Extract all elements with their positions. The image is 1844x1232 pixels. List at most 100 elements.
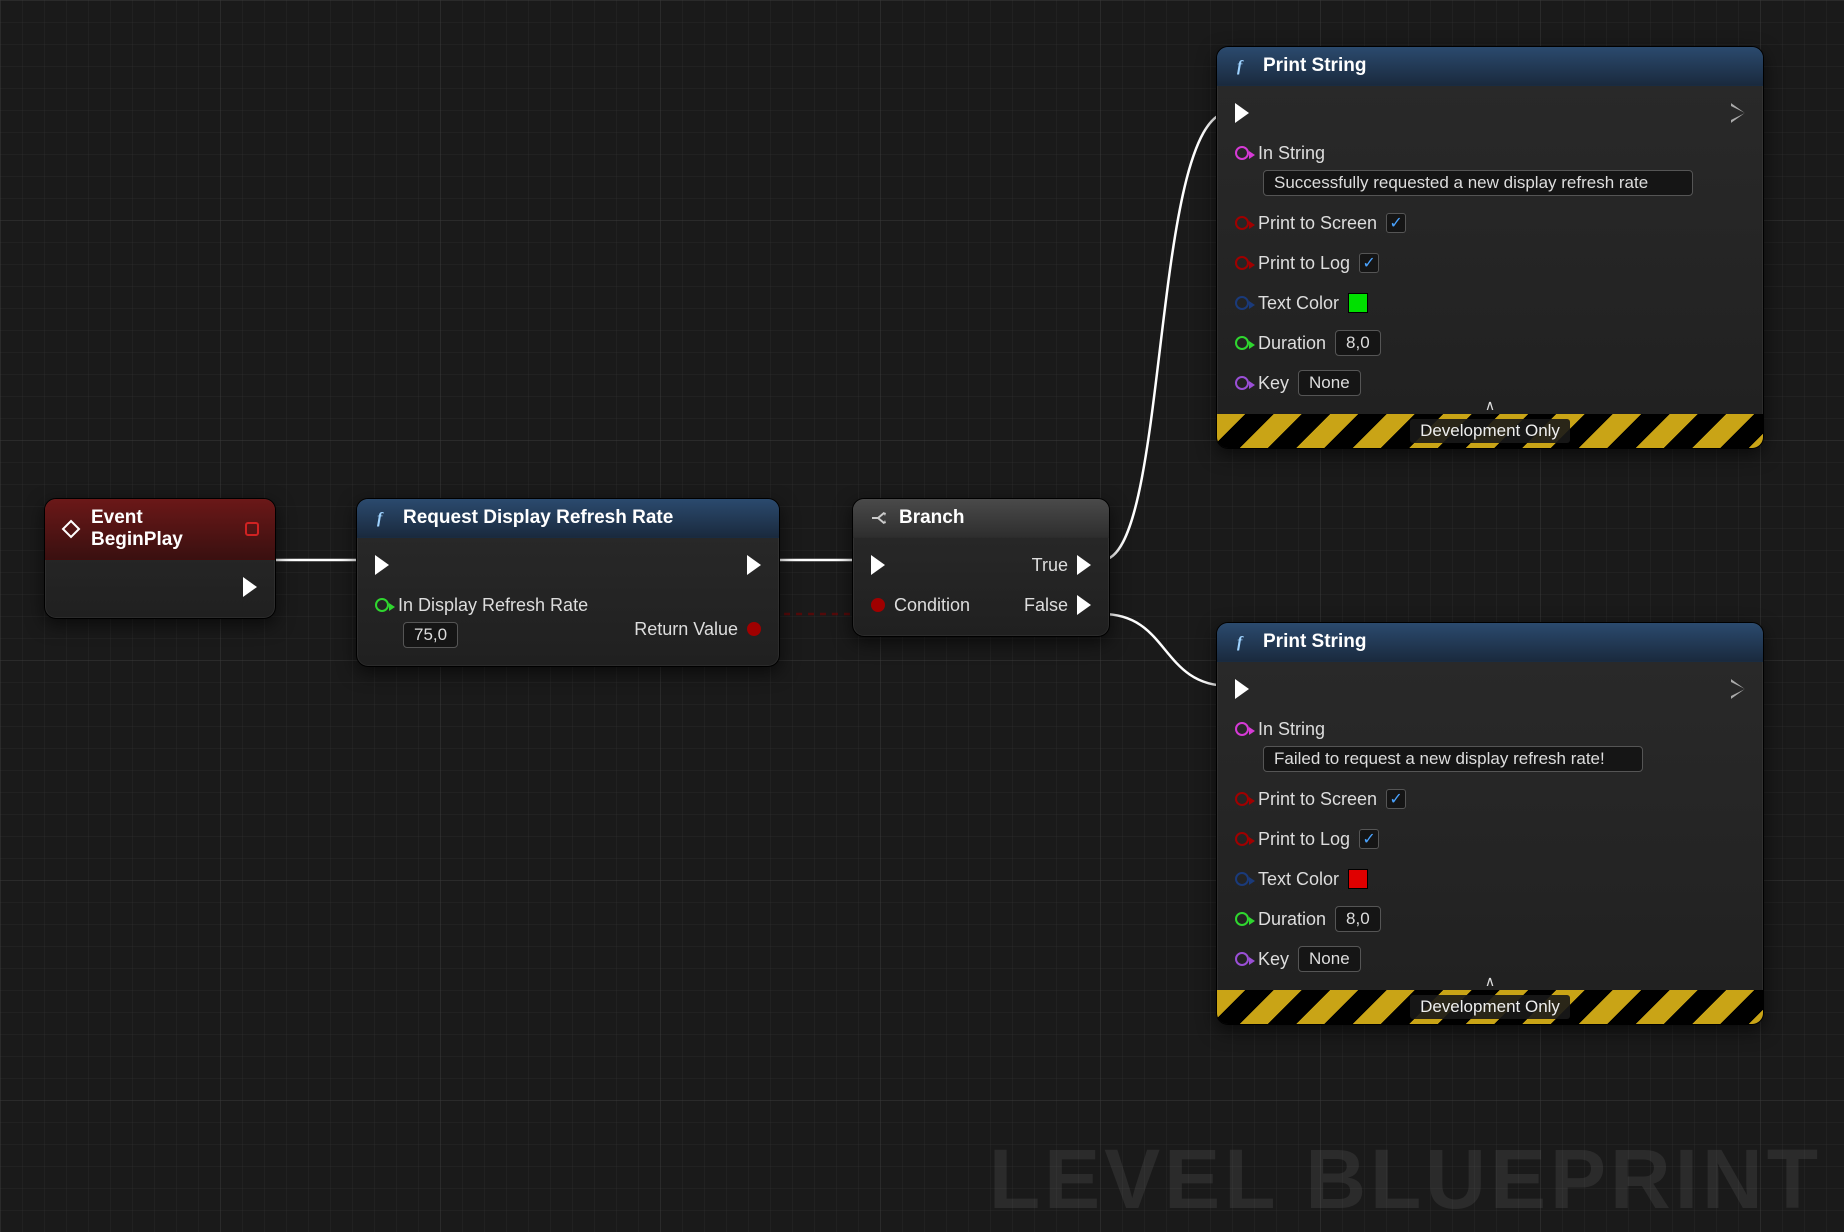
svg-text:f: f [377, 510, 384, 527]
print-to-log-checkbox[interactable]: ✓ [1359, 829, 1379, 849]
false-exec-pin[interactable]: False [1024, 592, 1091, 618]
pin-label: Duration [1258, 909, 1326, 930]
print-to-log-checkbox[interactable]: ✓ [1359, 253, 1379, 273]
in-display-refresh-rate-input[interactable]: 75,0 [403, 622, 458, 648]
exec-in-pin[interactable] [1235, 676, 1643, 702]
exec-in-pin[interactable] [375, 552, 588, 578]
node-header[interactable]: f Request Display Refresh Rate [357, 499, 779, 538]
exec-in-pin[interactable] [1235, 100, 1693, 126]
float-pin-icon [375, 598, 389, 612]
in-display-refresh-rate-pin[interactable]: In Display Refresh Rate [375, 592, 588, 618]
exec-in-pin[interactable] [871, 552, 970, 578]
pin-label: Print to Screen [1258, 789, 1377, 810]
print-to-screen-checkbox[interactable]: ✓ [1386, 789, 1406, 809]
node-header[interactable]: f Print String [1217, 623, 1763, 662]
dev-label: Development Only [1410, 995, 1570, 1019]
pin-label: Key [1258, 949, 1289, 970]
key-input[interactable]: None [1298, 370, 1361, 396]
in-string-input[interactable]: Successfully requested a new display ref… [1263, 170, 1693, 196]
dev-label: Development Only [1410, 419, 1570, 443]
pin-label: Text Color [1258, 293, 1339, 314]
event-icon [61, 519, 81, 539]
svg-text:f: f [1237, 634, 1244, 651]
exec-arrow-icon [243, 577, 257, 597]
function-icon: f [1233, 56, 1253, 76]
text-color-pin[interactable]: Text Color [1235, 290, 1693, 316]
in-string-pin[interactable]: In String [1235, 140, 1693, 166]
node-header[interactable]: Event BeginPlay [45, 499, 275, 560]
node-print-string-fail[interactable]: f Print String In String Failed to reque… [1216, 622, 1764, 1025]
node-header[interactable]: f Print String [1217, 47, 1763, 86]
watermark-text: LEVEL BLUEPRINT [989, 1131, 1822, 1228]
node-title: Print String [1263, 55, 1366, 77]
node-branch[interactable]: Branch Condition True False [852, 498, 1110, 637]
pin-label: Print to Log [1258, 253, 1350, 274]
in-string-input[interactable]: Failed to request a new display refresh … [1263, 746, 1643, 772]
pin-label: True [1032, 555, 1068, 576]
condition-pin[interactable]: Condition [871, 592, 970, 618]
key-pin[interactable]: Key None [1235, 370, 1693, 396]
pin-label: In Display Refresh Rate [398, 595, 588, 616]
bool-pin-icon [1235, 832, 1249, 846]
struct-pin-icon [1235, 872, 1249, 886]
svg-text:f: f [1237, 58, 1244, 75]
print-to-screen-pin[interactable]: Print to Screen ✓ [1235, 786, 1643, 812]
print-to-log-pin[interactable]: Print to Log ✓ [1235, 826, 1643, 852]
print-to-screen-checkbox[interactable]: ✓ [1386, 213, 1406, 233]
exec-arrow-icon [871, 555, 885, 575]
bool-pin-icon [747, 622, 761, 636]
bool-pin-icon [871, 598, 885, 612]
duration-pin[interactable]: Duration 8,0 [1235, 330, 1693, 356]
pin-label: False [1024, 595, 1068, 616]
duration-input[interactable]: 8,0 [1335, 906, 1381, 932]
bool-pin-icon [1235, 216, 1249, 230]
exec-arrow-icon [1235, 679, 1249, 699]
exec-arrow-icon [1077, 595, 1091, 615]
branch-icon [869, 508, 889, 528]
duration-pin[interactable]: Duration 8,0 [1235, 906, 1643, 932]
key-input[interactable]: None [1298, 946, 1361, 972]
color-swatch[interactable] [1348, 293, 1368, 313]
print-to-screen-pin[interactable]: Print to Screen ✓ [1235, 210, 1693, 236]
key-pin[interactable]: Key None [1235, 946, 1643, 972]
development-only-stripe: Development Only [1217, 990, 1763, 1024]
function-icon: f [1233, 632, 1253, 652]
node-title: Event BeginPlay [91, 507, 235, 551]
name-pin-icon [1235, 376, 1249, 390]
in-string-pin[interactable]: In String [1235, 716, 1643, 742]
pin-label: Print to Screen [1258, 213, 1377, 234]
exec-arrow-icon [1077, 555, 1091, 575]
delegate-pin-icon[interactable] [245, 522, 259, 536]
exec-out-pin[interactable] [1731, 100, 1745, 126]
exec-arrow-icon [747, 555, 761, 575]
node-header[interactable]: Branch [853, 499, 1109, 538]
pin-label: Text Color [1258, 869, 1339, 890]
color-swatch[interactable] [1348, 869, 1368, 889]
pin-label: Duration [1258, 333, 1326, 354]
return-value-pin[interactable]: Return Value [634, 616, 761, 642]
node-print-string-success[interactable]: f Print String In String Successfully re… [1216, 46, 1764, 449]
duration-input[interactable]: 8,0 [1335, 330, 1381, 356]
collapse-chevron-icon[interactable]: ∧ [1485, 973, 1495, 990]
pin-label: In String [1258, 719, 1325, 740]
struct-pin-icon [1235, 296, 1249, 310]
exec-out-pin[interactable] [1731, 676, 1745, 702]
pin-label: Print to Log [1258, 829, 1350, 850]
node-title: Print String [1263, 631, 1366, 653]
exec-arrow-icon [375, 555, 389, 575]
float-pin-icon [1235, 336, 1249, 350]
print-to-log-pin[interactable]: Print to Log ✓ [1235, 250, 1693, 276]
development-only-stripe: Development Only [1217, 414, 1763, 448]
node-event-beginplay[interactable]: Event BeginPlay [44, 498, 276, 619]
name-pin-icon [1235, 952, 1249, 966]
bool-pin-icon [1235, 256, 1249, 270]
true-exec-pin[interactable]: True [1032, 552, 1091, 578]
exec-out-pin[interactable] [243, 574, 257, 600]
collapse-chevron-icon[interactable]: ∧ [1485, 397, 1495, 414]
node-title: Request Display Refresh Rate [403, 507, 673, 529]
exec-out-pin[interactable] [747, 552, 761, 578]
exec-arrow-hollow-icon [1731, 679, 1745, 699]
text-color-pin[interactable]: Text Color [1235, 866, 1643, 892]
float-pin-icon [1235, 912, 1249, 926]
node-request-display-refresh-rate[interactable]: f Request Display Refresh Rate In Displa… [356, 498, 780, 667]
